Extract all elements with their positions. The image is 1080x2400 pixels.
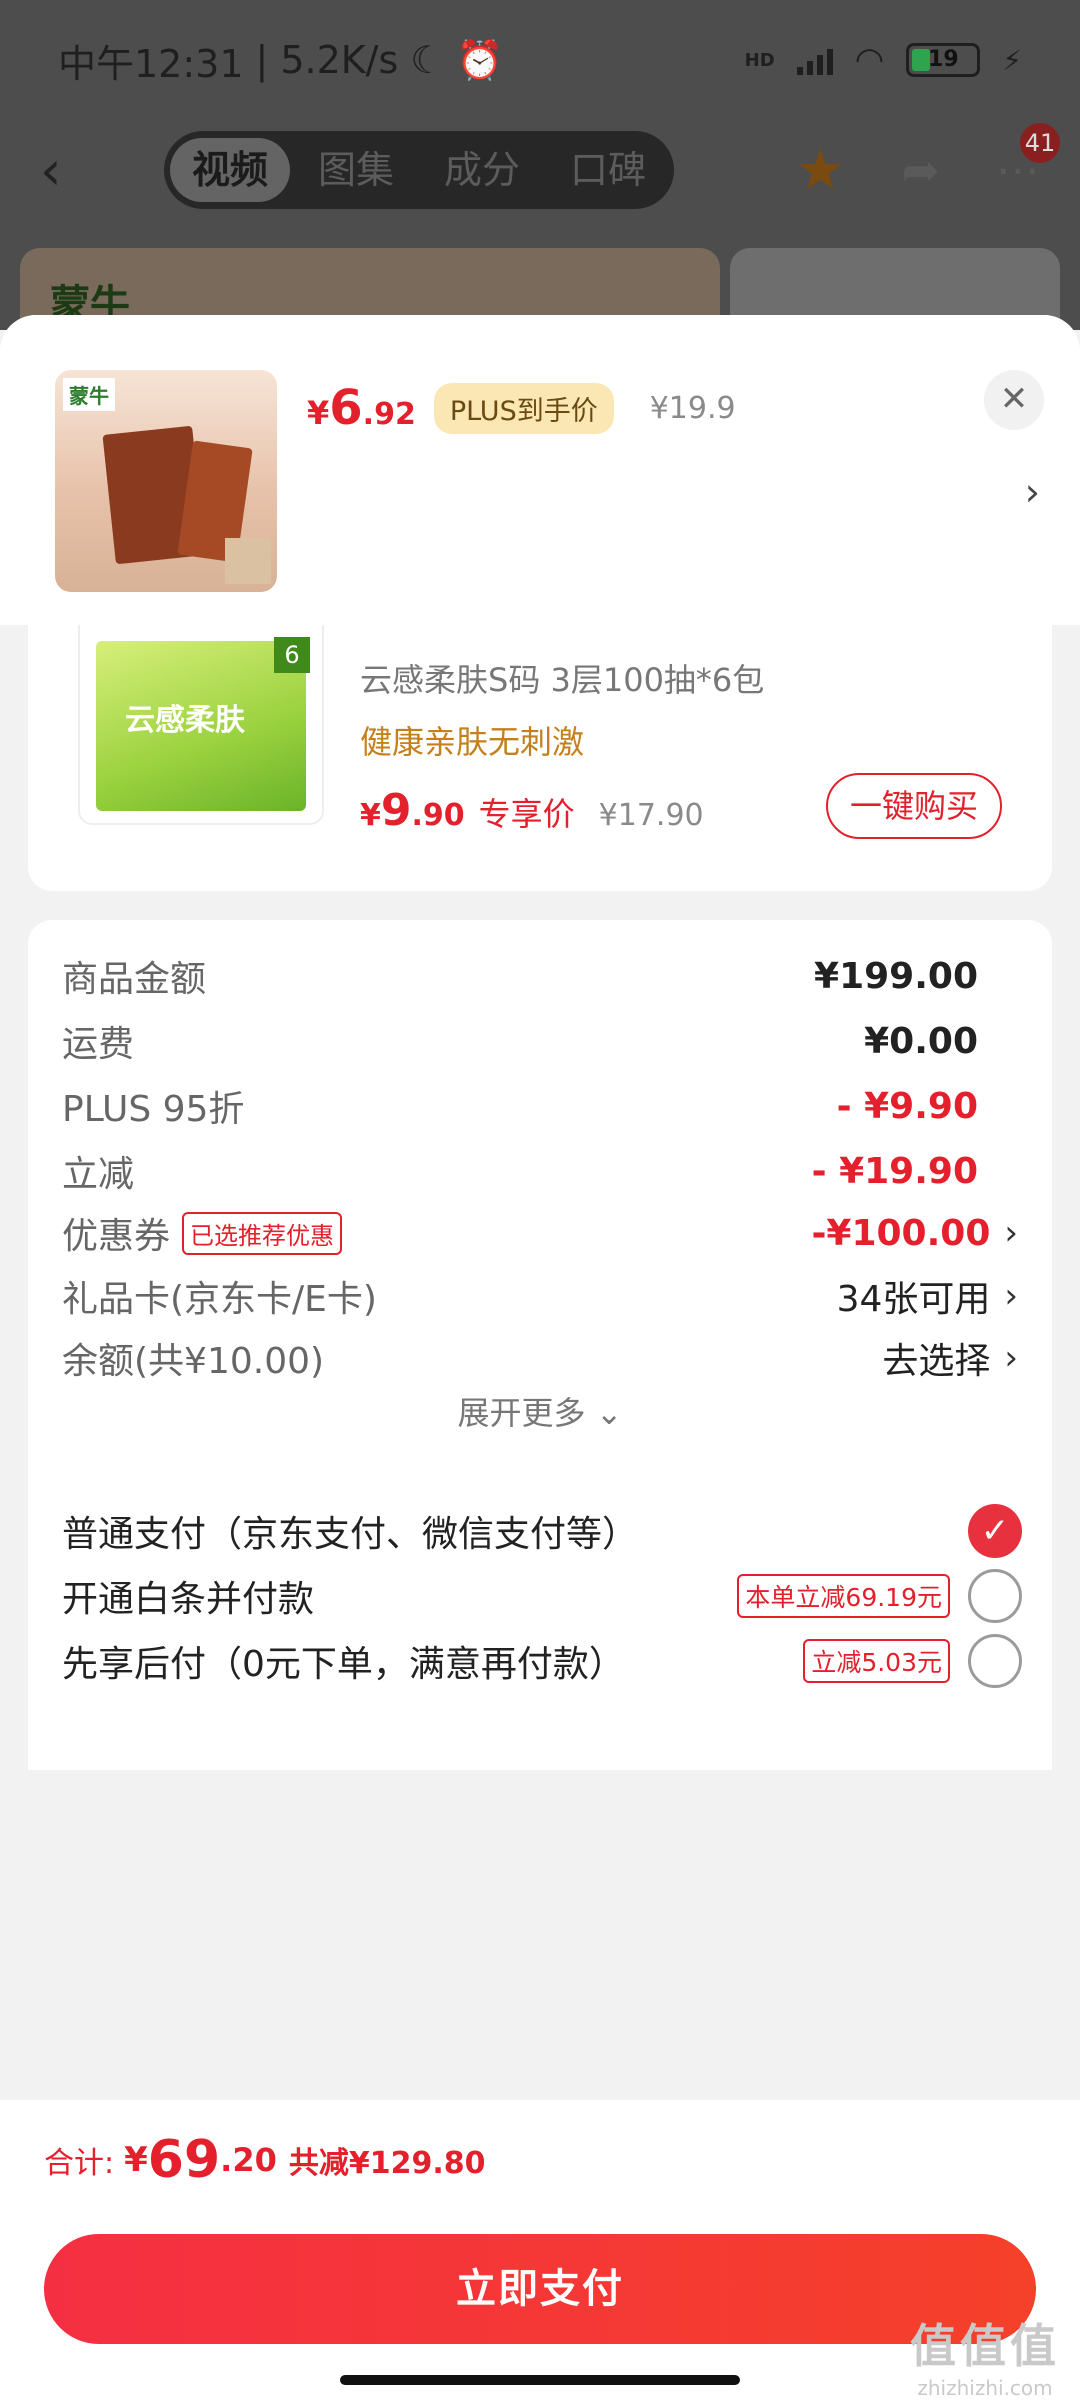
summary-row-gift-card[interactable]: 礼品卡(京东卡/E卡) 34张可用 › <box>62 1266 1018 1326</box>
summary-row-shipping: 运费 ¥0.00 <box>62 1020 978 1066</box>
home-indicator[interactable] <box>340 2375 740 2385</box>
summary-row-balance[interactable]: 余额(共¥10.00) 去选择 › <box>62 1328 1018 1388</box>
payment-option-pay-later[interactable]: 先享后付（0元下单，满意再付款） 立减5.03元 <box>62 1626 1022 1696</box>
moon-icon: ☾ <box>410 38 445 82</box>
alarm-icon: ⏰ <box>456 37 504 82</box>
baitiao-discount-tag: 本单立减69.19元 <box>737 1574 950 1618</box>
summary-row-instant-discount: 立减 - ¥19.90 <box>62 1150 978 1196</box>
battery-icon: 19 <box>906 43 981 77</box>
chevron-right-icon: › <box>1004 1213 1018 1253</box>
recommended-product-title[interactable]: 云感柔肤S码 3层100抽*6包 <box>360 655 764 701</box>
tab-video[interactable]: 视频 <box>170 138 291 202</box>
total-bar: 合计: ¥ 69 .20 共减¥129.80 <box>0 2100 1080 2220</box>
total-amount-dec: .20 <box>220 2141 277 2179</box>
payment-method-card: 普通支付（京东支付、微信支付等） ✓ 开通白条并付款 本单立减69.19元 先享… <box>28 1450 1052 1770</box>
product-brand-logo: 蒙牛 <box>63 378 115 411</box>
chevron-right-icon: › <box>1004 1276 1018 1316</box>
recommended-price-row: ¥9.90 专享价 ¥17.90 <box>360 785 704 836</box>
checkout-sheet: 蒙牛 ¥6.92 PLUS到手价 ¥19.9 ✕ › 6 云感柔肤 云感柔肤S码… <box>0 315 1080 2400</box>
chevron-right-icon: › <box>1004 1338 1018 1378</box>
chevron-down-icon: ⌄ <box>595 1394 623 1432</box>
blurred-area <box>225 538 271 584</box>
status-bar: 中午12:31 | 5.2K/s ☾ ⏰ HD ◠ 19 ⚡ <box>0 0 1080 120</box>
product-header: 蒙牛 ¥6.92 PLUS到手价 ¥19.9 ✕ › <box>0 315 1080 625</box>
one-click-buy-button[interactable]: 一键购买 <box>826 773 1002 839</box>
more-icon[interactable]: ⋯ 41 <box>996 122 1060 196</box>
total-label: 合计: <box>44 2146 115 2181</box>
status-time: 中午12:31 <box>58 41 244 86</box>
pack-label: 云感柔肤 <box>125 703 245 738</box>
expand-more-button[interactable]: 展开更多 ⌄ <box>28 1388 1052 1434</box>
tab-bar: 视频 图集 成分 口碑 <box>164 131 675 209</box>
radio-unchecked-icon[interactable] <box>968 1634 1022 1688</box>
favorite-star-icon[interactable]: ★ <box>795 138 845 203</box>
signal-icon <box>796 45 833 75</box>
hd-label: HD <box>744 49 775 71</box>
exclusive-price-label: 专享价 <box>478 795 575 833</box>
share-icon[interactable]: ➦ <box>901 143 940 197</box>
recommended-product-image[interactable]: 6 云感柔肤 <box>78 625 324 825</box>
tab-ingredients[interactable]: 成分 <box>422 138 542 202</box>
watermark: 值值值 zhizhizhi.com <box>910 2319 1060 2400</box>
plus-price-tag: PLUS到手价 <box>433 382 614 434</box>
tab-reviews[interactable]: 口碑 <box>548 138 668 202</box>
close-icon[interactable]: ✕ <box>984 370 1044 430</box>
summary-row-coupon[interactable]: 优惠券 已选推荐优惠 -¥100.00 › <box>62 1203 1018 1263</box>
wifi-icon: ◠ <box>854 40 885 80</box>
product-price: ¥6.92 <box>307 380 416 436</box>
product-thumbnail[interactable]: 蒙牛 <box>55 370 277 592</box>
radio-unchecked-icon[interactable] <box>968 1569 1022 1623</box>
recommended-product-subtitle: 健康亲肤无刺激 <box>360 723 585 761</box>
pay-later-discount-tag: 立减5.03元 <box>803 1639 950 1683</box>
total-amount-int: 69 <box>147 2130 221 2190</box>
recommended-original-price: ¥17.90 <box>598 798 704 833</box>
coupon-selected-tag: 已选推荐优惠 <box>182 1211 343 1255</box>
product-price-row: ¥6.92 PLUS到手价 ¥19.9 <box>307 380 736 436</box>
recommended-product-card: 6 云感柔肤 云感柔肤S码 3层100抽*6包 健康亲肤无刺激 ¥9.90 专享… <box>28 625 1052 891</box>
total-saved: 共减¥129.80 <box>288 2146 486 2181</box>
summary-row-plus-discount: PLUS 95折 - ¥9.90 <box>62 1085 978 1131</box>
payment-option-standard[interactable]: 普通支付（京东支付、微信支付等） ✓ <box>62 1496 1022 1566</box>
recommended-price: ¥9.90 <box>360 785 465 836</box>
radio-checked-icon[interactable]: ✓ <box>968 1504 1022 1558</box>
message-count-badge: 41 <box>1020 122 1060 163</box>
status-speed: 5.2K/s <box>280 38 399 82</box>
total-currency: ¥ <box>124 2140 148 2180</box>
summary-row-subtotal: 商品金额 ¥199.00 <box>62 955 978 1001</box>
charging-icon: ⚡ <box>1002 43 1022 77</box>
chevron-right-icon[interactable]: › <box>1025 470 1040 514</box>
payment-option-baitiao[interactable]: 开通白条并付款 本单立减69.19元 <box>62 1561 1022 1631</box>
pay-now-button[interactable]: 立即支付 <box>44 2234 1036 2344</box>
pack-count: 6 <box>274 637 310 673</box>
top-nav: ‹ 视频 图集 成分 口碑 ★ ➦ ⋯ 41 <box>0 120 1080 220</box>
back-icon[interactable]: ‹ <box>40 139 100 202</box>
tab-gallery[interactable]: 图集 <box>296 138 416 202</box>
status-separator: | <box>255 38 269 82</box>
product-original-price: ¥19.9 <box>649 390 736 426</box>
